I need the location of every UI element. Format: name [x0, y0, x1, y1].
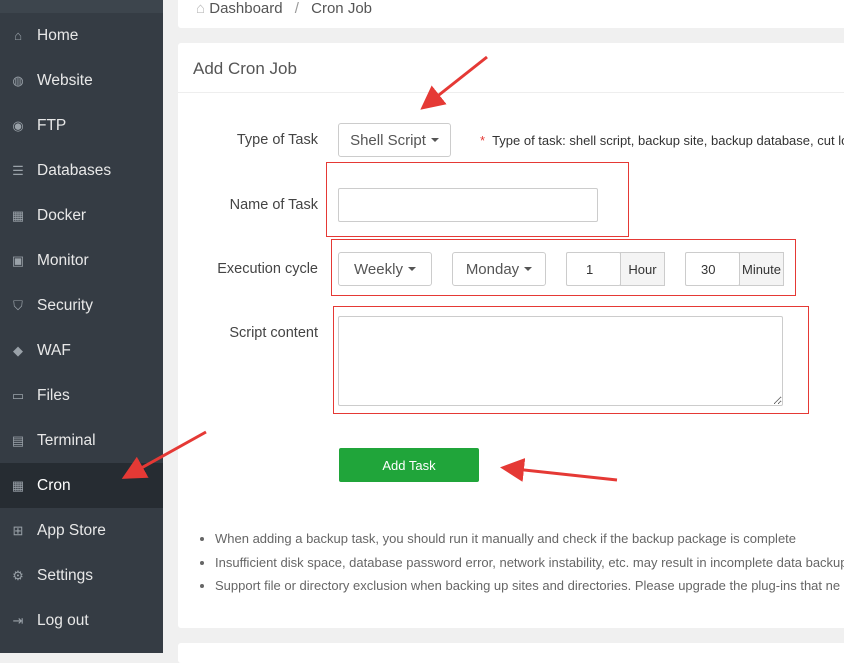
gear-icon: ⚙ [12, 567, 24, 583]
sidebar-item-docker[interactable]: ▦ Docker [0, 193, 163, 238]
home-icon[interactable]: ⌂ [196, 0, 209, 17]
sidebar-item-ftp[interactable]: ◉ FTP [0, 103, 163, 148]
terminal-icon: ▤ [11, 432, 25, 448]
type-label: Type of Task [236, 132, 318, 148]
sidebar-item-monitor[interactable]: ▣ Monitor [0, 238, 163, 283]
sidebar-item-website[interactable]: ◍ Website [0, 58, 163, 103]
sidebar-item-label: Settings [37, 566, 94, 584]
type-hint: * Type of task: shell script, backup site… [480, 133, 844, 148]
sidebar-item-cron[interactable]: ▦ Cron [0, 463, 163, 508]
task-type-dropdown[interactable]: Shell Script [338, 123, 451, 157]
bottom-panel [178, 643, 844, 663]
ftp-icon: ◉ [12, 117, 24, 133]
breadcrumb: ⌂ Dashboard / Cron Job [178, 0, 844, 28]
required-star: * [480, 133, 486, 148]
sidebar-item-databases[interactable]: ☰ Databases [0, 148, 163, 193]
sidebar-item-waf[interactable]: ◆ WAF [0, 328, 163, 373]
sidebar-item-settings[interactable]: ⚙ Settings [0, 553, 163, 598]
sidebar-item-label: Home [37, 26, 79, 44]
type-hint-text: Type of task: shell script, backup site,… [492, 133, 844, 148]
note-item: Support file or directory exclusion when… [215, 574, 844, 598]
apps-icon: ⊞ [12, 522, 24, 538]
sidebar-item-label: WAF [37, 341, 71, 359]
sidebar-item-label: FTP [37, 116, 67, 134]
breadcrumb-home[interactable]: Dashboard [209, 0, 282, 17]
sidebar-item-label: Monitor [37, 251, 89, 269]
name-label: Name of Task [229, 197, 318, 213]
shield-icon: ⛉ [13, 297, 23, 313]
waf-shield-icon: ◆ [13, 342, 23, 358]
logout-icon: ⇥ [12, 612, 24, 628]
note-item: Insufficient disk space, database passwo… [215, 551, 844, 575]
sidebar-item-log-out[interactable]: ⇥ Log out [0, 598, 163, 643]
docker-icon: ▦ [11, 207, 25, 223]
sidebar-item-files[interactable]: ▭ Files [0, 373, 163, 418]
database-icon: ☰ [12, 162, 24, 178]
note-item: When adding a backup task, you should ru… [215, 527, 844, 551]
folder-icon: ▭ [11, 387, 25, 403]
globe-icon: ◍ [12, 72, 24, 88]
sidebar-item-label: Docker [37, 206, 87, 224]
caret-down-icon [430, 138, 439, 142]
sidebar-item-label: Cron [37, 476, 71, 494]
monitor-icon: ▣ [11, 252, 25, 268]
sidebar-item-app-store[interactable]: ⊞ App Store [0, 508, 163, 553]
calendar-icon: ▦ [11, 477, 25, 493]
panel-title: Add Cron Job [178, 43, 844, 93]
cycle-label: Execution cycle [217, 261, 318, 277]
home-icon: ⌂ [14, 28, 22, 43]
annotation-box-script [333, 306, 809, 414]
sidebar-item-security[interactable]: ⛉ Security [0, 283, 163, 328]
breadcrumb-separator: / [294, 0, 299, 17]
sidebar-item-terminal[interactable]: ▤ Terminal [0, 418, 163, 463]
sidebar: ⌂ Home ◍ Website ◉ FTP ☰ Databases ▦ Docker ▣ Monit… [0, 0, 163, 653]
sidebar-header [0, 0, 163, 13]
sidebar-item-label: Website [37, 71, 93, 89]
annotation-box-cycle [331, 239, 796, 296]
add-task-button[interactable]: Add Task [339, 448, 479, 482]
sidebar-item-label: Terminal [37, 431, 96, 449]
sidebar-item-label: App Store [37, 521, 106, 539]
task-type-value: Shell Script [350, 131, 426, 149]
script-label: Script content [229, 325, 318, 341]
sidebar-item-label: Log out [37, 611, 89, 629]
breadcrumb-current: Cron Job [311, 0, 373, 17]
sidebar-item-home[interactable]: ⌂ Home [0, 13, 163, 58]
sidebar-item-label: Security [37, 296, 93, 314]
sidebar-item-label: Databases [37, 161, 112, 179]
annotation-box-name [326, 162, 629, 237]
notes-list: When adding a backup task, you should ru… [215, 527, 844, 598]
sidebar-item-label: Files [37, 386, 70, 404]
